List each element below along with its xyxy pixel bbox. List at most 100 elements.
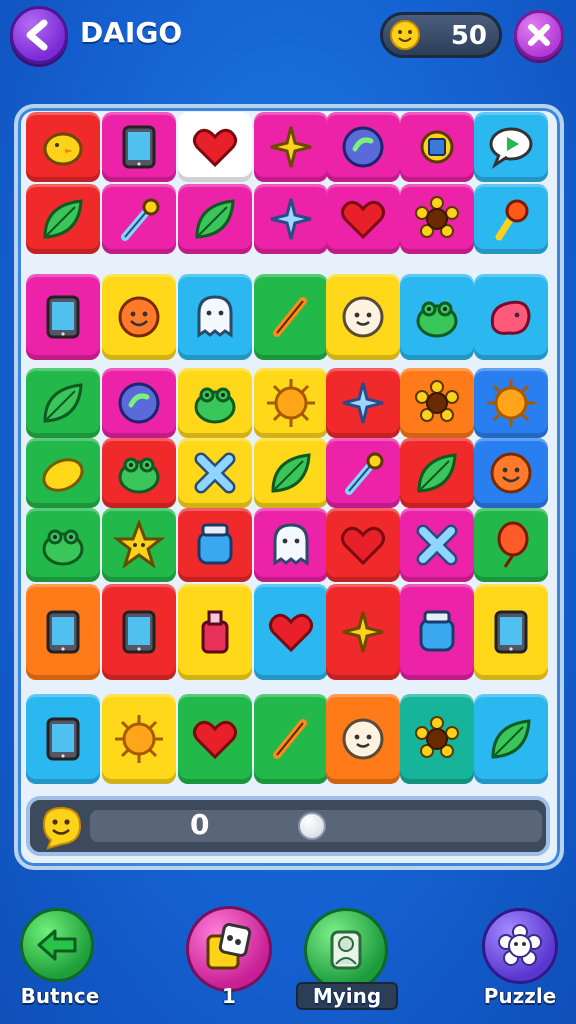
arrow-left-icon [37, 929, 77, 961]
tile-frog[interactable] [178, 368, 252, 438]
tile-ghost[interactable] [254, 508, 328, 582]
tile-face[interactable] [326, 274, 400, 360]
pen-icon [273, 719, 307, 759]
tablet-icon [46, 610, 80, 654]
coin-count: 50 [450, 21, 487, 51]
tile-dropper[interactable] [102, 184, 176, 254]
tile-tablet[interactable] [102, 584, 176, 680]
tile-heart[interactable] [254, 584, 328, 680]
tile-leaf[interactable] [254, 438, 328, 508]
tablet-icon [46, 295, 80, 339]
nav-button-puzzle[interactable] [482, 908, 558, 984]
tile-blob[interactable] [474, 274, 548, 360]
dropper-icon [121, 198, 160, 241]
star-icon [112, 518, 166, 569]
ghost-icon [197, 295, 233, 338]
tile-cross[interactable] [400, 508, 474, 582]
tile-pen[interactable] [254, 694, 328, 784]
game-title: DAIGO [80, 16, 183, 49]
tile-tablet[interactable] [102, 112, 176, 182]
tile-gem[interactable] [326, 112, 400, 182]
tile-tablet[interactable] [474, 584, 548, 680]
tile-pen[interactable] [254, 274, 328, 360]
tile-leaf[interactable] [26, 184, 100, 254]
tile-face[interactable] [326, 694, 400, 784]
nav-label-back: Butnce [20, 984, 100, 1008]
tile-leaf[interactable] [474, 694, 548, 784]
tile-leaf[interactable] [400, 438, 474, 508]
gem-icon [118, 382, 160, 424]
tile-bottle[interactable] [178, 584, 252, 680]
gear-icon [420, 130, 454, 164]
smiley-icon [490, 452, 532, 494]
gem-icon [342, 126, 384, 168]
smiley-coin-icon [390, 20, 420, 50]
leaf-icon [491, 719, 531, 759]
tile-heart[interactable] [178, 694, 252, 784]
back-button[interactable] [10, 6, 68, 64]
frog-icon [42, 529, 84, 566]
chick-icon [43, 132, 83, 166]
nav-label-character: Mying [296, 982, 398, 1010]
close-icon [528, 24, 550, 46]
tile-smiley[interactable] [474, 438, 548, 508]
tile-tablet[interactable] [26, 584, 100, 680]
tile-flower[interactable] [400, 694, 474, 784]
dice-icon [206, 923, 252, 970]
flower-icon [415, 716, 459, 758]
tile-leaf[interactable] [26, 368, 100, 438]
tile-gem[interactable] [102, 368, 176, 438]
tile-jar[interactable] [400, 584, 474, 680]
tile-tablet[interactable] [26, 274, 100, 360]
sparkle-icon [270, 198, 312, 240]
tile-jar[interactable] [178, 508, 252, 582]
tile-frog[interactable] [400, 274, 474, 360]
nav-button-dice[interactable] [186, 906, 272, 992]
heart-icon [340, 200, 386, 240]
nav-button-back[interactable] [20, 908, 94, 982]
nav-button-character[interactable] [304, 908, 388, 992]
tile-chat[interactable] [474, 112, 548, 182]
pen-icon [273, 297, 307, 337]
tile-frog[interactable] [26, 508, 100, 582]
tile-smiley[interactable] [102, 274, 176, 360]
tile-ghost[interactable] [178, 274, 252, 360]
tile-heart[interactable] [326, 508, 400, 582]
tile-frog[interactable] [102, 438, 176, 508]
star-cross-icon [342, 611, 384, 653]
dropper-icon [345, 452, 384, 495]
heart-icon [340, 526, 386, 566]
tile-flower[interactable] [400, 184, 474, 254]
tile-cross[interactable] [178, 438, 252, 508]
tile-sparkle[interactable] [326, 368, 400, 438]
tile-sun[interactable] [254, 368, 328, 438]
tile-sun[interactable] [102, 694, 176, 784]
star-cross-icon [270, 126, 312, 168]
tile-leaf[interactable] [178, 184, 252, 254]
leaf-icon [43, 383, 83, 423]
tile-lemon[interactable] [26, 438, 100, 508]
tile-sun[interactable] [474, 368, 548, 438]
tile-flower[interactable] [400, 368, 474, 438]
tile-star[interactable] [102, 508, 176, 582]
tile-balloon[interactable] [474, 508, 548, 582]
tile-chick[interactable] [26, 112, 100, 182]
heart-icon [268, 613, 314, 653]
tile-heart[interactable] [326, 184, 400, 254]
tile-torch[interactable] [474, 184, 548, 254]
tile-dropper[interactable] [326, 438, 400, 508]
close-button[interactable] [514, 10, 564, 60]
tile-tablet[interactable] [26, 694, 100, 784]
leaf-icon [195, 199, 235, 239]
tablet-icon [494, 610, 528, 654]
tile-star-cross[interactable] [326, 584, 400, 680]
tile-sparkle[interactable] [254, 184, 328, 254]
tile-star-cross[interactable] [254, 112, 328, 182]
frog-icon [194, 387, 236, 424]
bottle-icon [201, 610, 229, 654]
character-icon [330, 930, 362, 970]
tile-heart[interactable] [178, 112, 252, 182]
progress-slider-knob[interactable] [298, 812, 326, 840]
tile-gear[interactable] [400, 112, 474, 182]
nav-label-puzzle: Puzzle [483, 984, 557, 1008]
